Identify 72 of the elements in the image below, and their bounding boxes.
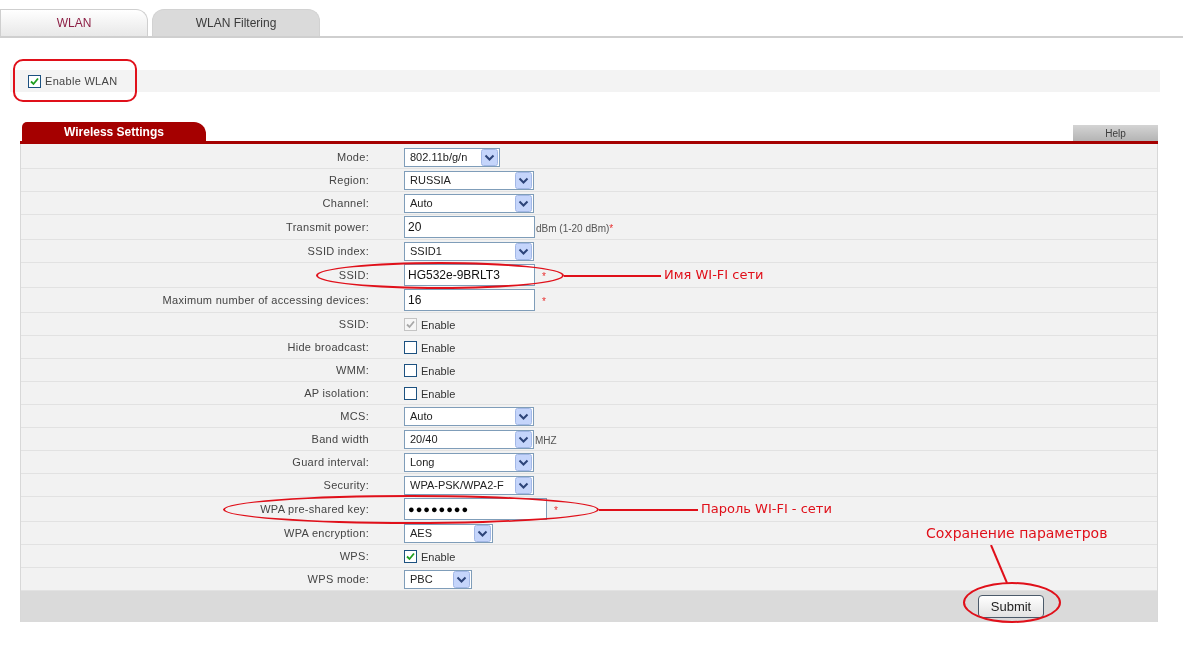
dropdown[interactable]: AES — [404, 523, 493, 543]
checkbox[interactable] — [404, 386, 417, 400]
field-label: Transmit power: — [286, 219, 369, 235]
chevron-down-icon — [515, 453, 532, 471]
field-label: MCS: — [340, 408, 369, 424]
field-label: Hide broadcast: — [287, 339, 369, 355]
chevron-down-icon — [481, 148, 498, 166]
chevron-down-icon — [515, 407, 532, 425]
unit-label: dBm (1-20 dBm) — [536, 222, 610, 236]
dropdown[interactable]: WPA-PSK/WPA2-F — [404, 475, 534, 495]
checkbox[interactable] — [404, 549, 417, 563]
field-label: Security: — [323, 477, 369, 493]
checkbox-label: Enable — [421, 550, 456, 566]
chevron-down-icon — [474, 524, 491, 542]
field-label: WPS: — [339, 548, 369, 564]
checkmark-icon — [30, 76, 39, 86]
tab[interactable]: WLAN — [0, 9, 148, 36]
chevron-down-icon — [515, 430, 532, 448]
field-label: WPA pre-shared key: — [260, 501, 369, 517]
required-mark: * — [542, 270, 546, 284]
submit-button[interactable]: Submit — [978, 595, 1044, 618]
chevron-down-icon — [515, 476, 532, 494]
checkbox[interactable] — [404, 363, 417, 377]
field-label: SSID: — [338, 267, 369, 283]
chevron-down-icon — [453, 570, 470, 588]
required-mark: * — [542, 295, 546, 309]
text-field[interactable]: 20 — [404, 216, 535, 238]
dropdown[interactable]: Long — [404, 452, 534, 472]
checkbox-label: Enable — [421, 387, 456, 403]
required-mark: * — [554, 504, 558, 518]
field-label: Guard interval: — [292, 454, 369, 470]
field-label: Mode: — [336, 149, 369, 165]
field-label: SSID: — [338, 316, 369, 332]
required-mark: * — [609, 222, 614, 236]
dropdown[interactable]: 802.11b/g/n — [404, 147, 500, 167]
section-header: Wireless Settings — [22, 122, 206, 141]
dropdown[interactable]: Auto — [404, 193, 534, 213]
help-button[interactable]: Help — [1073, 125, 1158, 141]
field-label: SSID index: — [307, 243, 369, 259]
checkmark-icon — [406, 319, 415, 329]
dropdown[interactable]: 20/40 — [404, 429, 534, 449]
tab[interactable]: WLAN Filtering — [152, 9, 320, 36]
checkbox-label: Enable — [421, 318, 456, 334]
checkmark-icon — [406, 551, 415, 561]
field-label: WPA encryption: — [284, 525, 369, 541]
checkbox[interactable] — [28, 74, 41, 88]
text-field[interactable]: HG532e-9BRLT3 — [404, 264, 535, 286]
annotation-text: Сохранение параметров — [926, 524, 1108, 543]
chevron-down-icon — [515, 171, 532, 189]
field-label: AP isolation: — [304, 385, 369, 401]
chevron-down-icon — [515, 242, 532, 260]
annotation-text: Пароль WI-FI - сети — [701, 500, 832, 519]
checkbox-label: Enable — [421, 341, 456, 357]
dropdown[interactable]: RUSSIA — [404, 170, 534, 190]
checkbox[interactable] — [404, 340, 417, 354]
field-label: Band width — [311, 431, 369, 447]
field-label: Channel: — [322, 195, 369, 211]
dropdown[interactable]: PBC — [404, 569, 472, 589]
field-label: Region: — [329, 172, 369, 188]
chevron-down-icon — [515, 194, 532, 212]
leader-line — [990, 545, 1008, 583]
field-label: Maximum number of accessing devices: — [162, 292, 369, 308]
field-label: WPS mode: — [307, 571, 369, 587]
dropdown[interactable]: Auto — [404, 406, 534, 426]
password-field[interactable]: ●●●●●●●● — [404, 498, 547, 520]
text-field[interactable]: 16 — [404, 289, 535, 311]
checkbox-label: Enable WLAN — [45, 73, 118, 89]
unit-label: MHZ — [535, 434, 557, 448]
field-label: WMM: — [336, 362, 369, 378]
checkbox-label: Enable — [421, 364, 456, 380]
annotation-text: Имя WI-FI сети — [664, 266, 764, 285]
dropdown[interactable]: SSID1 — [404, 241, 534, 261]
